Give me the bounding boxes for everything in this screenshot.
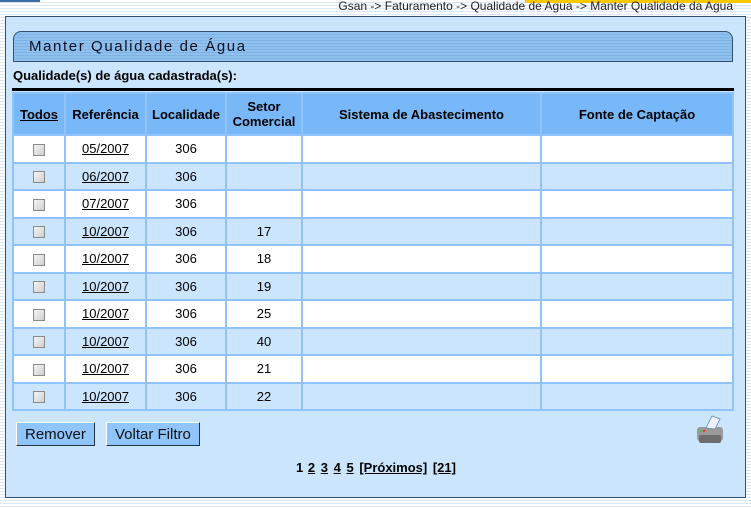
table-row: 10/2007 306 21 [14, 356, 732, 382]
results-table: Todos Referência Localidade Setor Comerc… [12, 92, 734, 411]
setor-cell: 17 [227, 218, 301, 244]
row-checkbox[interactable] [33, 253, 45, 266]
referencia-link[interactable]: 10/2007 [82, 251, 129, 266]
top-accent [0, 0, 40, 2]
col-sistema: Sistema de Abastecimento [303, 94, 540, 134]
referencia-link[interactable]: 05/2007 [82, 141, 129, 156]
fonte-cell [542, 328, 732, 354]
col-localidade: Localidade [147, 94, 225, 134]
table-row: 10/2007 306 18 [14, 246, 732, 272]
localidade-cell: 306 [147, 136, 225, 162]
referencia-link[interactable]: 10/2007 [82, 224, 129, 239]
referencia-link[interactable]: 10/2007 [82, 279, 129, 294]
setor-cell [227, 136, 301, 162]
referencia-link[interactable]: 10/2007 [82, 361, 129, 376]
fonte-cell [542, 246, 732, 272]
table-row: 10/2007 306 19 [14, 273, 732, 299]
row-checkbox[interactable] [33, 391, 45, 404]
row-checkbox[interactable] [33, 363, 45, 376]
sistema-cell [303, 246, 540, 272]
localidade-cell: 306 [147, 246, 225, 272]
fonte-cell [542, 356, 732, 382]
referencia-link[interactable]: 06/2007 [82, 169, 129, 184]
sistema-cell [303, 328, 540, 354]
last-page-link[interactable]: [21] [433, 460, 456, 475]
table-row: 10/2007 306 22 [14, 383, 732, 409]
fonte-cell [542, 136, 732, 162]
sistema-cell [303, 136, 540, 162]
page-link[interactable]: 4 [334, 460, 341, 475]
row-checkbox[interactable] [33, 171, 45, 184]
referencia-link[interactable]: 10/2007 [82, 334, 129, 349]
col-referencia: Referência [66, 94, 145, 134]
setor-cell: 18 [227, 246, 301, 272]
page-link[interactable]: 3 [321, 460, 328, 475]
setor-cell: 21 [227, 356, 301, 382]
setor-cell: 40 [227, 328, 301, 354]
fonte-cell [542, 191, 732, 217]
pagination: 1 2 3 4 5 [Próximos] [21] [6, 460, 747, 475]
localidade-cell: 306 [147, 218, 225, 244]
sistema-cell [303, 356, 540, 382]
referencia-link[interactable]: 10/2007 [82, 306, 129, 321]
sistema-cell [303, 218, 540, 244]
printer-icon[interactable] [694, 415, 726, 445]
setor-cell: 22 [227, 383, 301, 409]
referencia-link[interactable]: 10/2007 [82, 389, 129, 404]
current-page: 1 [296, 460, 304, 475]
breadcrumb: Gsan -> Faturamento -> Qualidade de Agua… [338, 0, 733, 13]
row-checkbox[interactable] [33, 226, 45, 239]
sistema-cell [303, 191, 540, 217]
row-checkbox[interactable] [33, 198, 45, 211]
next-pages-link[interactable]: [Próximos] [359, 460, 427, 475]
fonte-cell [542, 163, 732, 189]
localidade-cell: 306 [147, 383, 225, 409]
main-panel: Manter Qualidade de Água Qualidade(s) de… [5, 16, 746, 498]
localidade-cell: 306 [147, 356, 225, 382]
row-checkbox[interactable] [33, 308, 45, 321]
table-row: 10/2007 306 40 [14, 328, 732, 354]
title-bar: Manter Qualidade de Água [13, 31, 733, 62]
sistema-cell [303, 163, 540, 189]
table-row: 05/2007 306 [14, 136, 732, 162]
sistema-cell [303, 301, 540, 327]
fonte-cell [542, 383, 732, 409]
localidade-cell: 306 [147, 328, 225, 354]
page-link[interactable]: 5 [346, 460, 353, 475]
table-row: 10/2007 306 25 [14, 301, 732, 327]
localidade-cell: 306 [147, 301, 225, 327]
section-subtitle: Qualidade(s) de água cadastrada(s): [13, 68, 237, 83]
select-all-link[interactable]: Todos [20, 107, 58, 122]
col-fonte: Fonte de Captação [542, 94, 732, 134]
row-checkbox[interactable] [33, 143, 45, 156]
referencia-link[interactable]: 07/2007 [82, 196, 129, 211]
table-row: 07/2007 306 [14, 191, 732, 217]
fonte-cell [542, 301, 732, 327]
localidade-cell: 306 [147, 273, 225, 299]
sistema-cell [303, 273, 540, 299]
setor-cell [227, 163, 301, 189]
voltar-filtro-button[interactable]: Voltar Filtro [106, 422, 200, 446]
remover-button[interactable]: Remover [16, 422, 95, 446]
results-table-wrap: Todos Referência Localidade Setor Comerc… [12, 88, 734, 411]
setor-cell [227, 191, 301, 217]
setor-cell: 25 [227, 301, 301, 327]
row-checkbox[interactable] [33, 336, 45, 349]
fonte-cell [542, 218, 732, 244]
localidade-cell: 306 [147, 163, 225, 189]
setor-cell: 19 [227, 273, 301, 299]
page-link[interactable]: 2 [308, 460, 315, 475]
fonte-cell [542, 273, 732, 299]
sistema-cell [303, 383, 540, 409]
table-row: 06/2007 306 [14, 163, 732, 189]
page-title: Manter Qualidade de Água [29, 38, 247, 55]
row-checkbox[interactable] [33, 281, 45, 294]
table-row: 10/2007 306 17 [14, 218, 732, 244]
localidade-cell: 306 [147, 191, 225, 217]
col-setor: Setor Comercial [227, 94, 301, 134]
